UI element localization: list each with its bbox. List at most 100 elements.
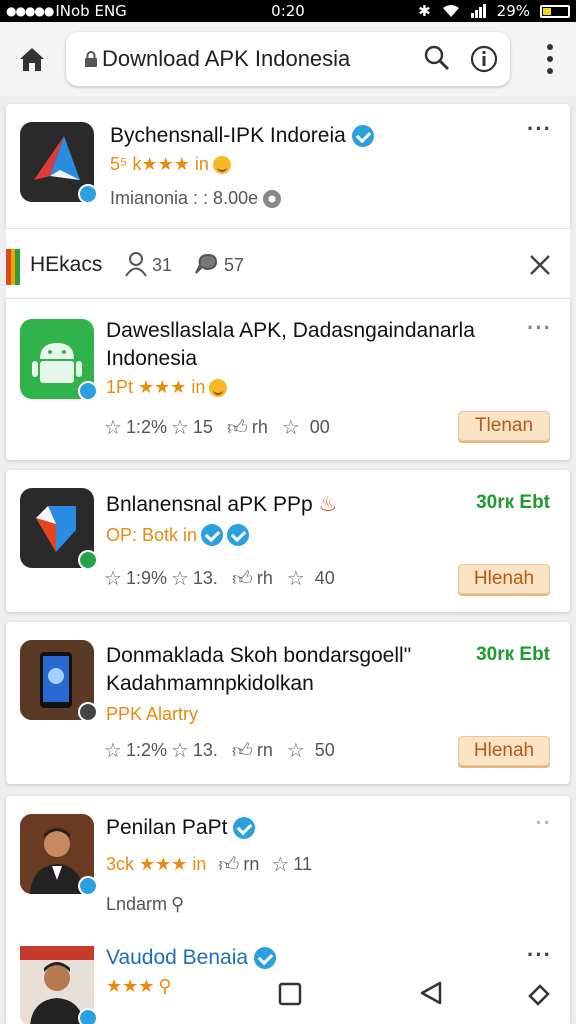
item-rating-text: 1Pt ★★★ in xyxy=(106,377,206,397)
item-rating-text: PPK Alartry xyxy=(106,704,199,724)
item-stats: ☆ 1:2% ☆ 15 👍︎ rh ☆ 00 xyxy=(104,415,330,440)
list-item[interactable]: Donmaklada Skoh bondarsgoell" Kadahmamnp… xyxy=(6,622,570,784)
browser-menu-icon[interactable] xyxy=(546,44,554,74)
verified-icon xyxy=(233,817,256,840)
url-text: Download APK Indonesia xyxy=(102,46,351,71)
thumbs-up-icon: 👍︎ xyxy=(231,739,253,762)
pin-icon: ⚲ xyxy=(171,894,185,914)
filter-label[interactable]: HEkacs xyxy=(30,253,102,277)
header-title-text: Bychensnall-IPK Indoreia xyxy=(110,124,346,147)
stat-2: 13. xyxy=(192,568,218,588)
battery-percent: 29% xyxy=(496,2,530,20)
info-icon[interactable] xyxy=(470,45,498,73)
verified-icon xyxy=(201,524,224,546)
star-outline-icon: ☆ xyxy=(286,568,305,590)
item-meta: Lndarm ⚲ xyxy=(106,894,184,915)
signal-dots-icon: ●●●●● xyxy=(6,4,54,18)
stat-2: 15 xyxy=(192,417,213,437)
recents-icon[interactable] xyxy=(278,982,302,1006)
browser-toolbar: Download APK Indonesia xyxy=(0,22,576,96)
filter-bar: HEkacs 31 57 xyxy=(6,228,570,298)
stat-1: 1:9% xyxy=(125,568,167,588)
item-title: Bnlanensnal aPK PPp ♨ xyxy=(106,492,337,517)
stat-3: rh xyxy=(256,568,273,588)
header-more-icon[interactable]: ··· xyxy=(527,116,552,142)
app-badge-icon xyxy=(78,550,98,570)
status-right: ✱ 29% xyxy=(418,2,570,20)
comment-icon xyxy=(195,253,218,274)
stat-1: 1:2% xyxy=(125,740,167,760)
settings-icon[interactable] xyxy=(262,189,282,209)
user-icon xyxy=(125,252,147,277)
home-icon[interactable] xyxy=(16,44,48,74)
verified-icon xyxy=(227,524,250,546)
item-action-button[interactable]: Hlenah xyxy=(458,564,550,594)
lock-icon xyxy=(85,51,97,67)
rotate-icon[interactable] xyxy=(526,980,552,1006)
item-action-button[interactable]: Hlenah xyxy=(458,736,550,766)
item-title-text: Penilan PaPt xyxy=(106,816,228,839)
stat-4: 50 xyxy=(314,740,335,760)
wifi-icon xyxy=(442,5,459,17)
stat-4: 00 xyxy=(309,417,330,437)
app-badge-icon xyxy=(78,381,98,401)
avatar[interactable] xyxy=(20,814,98,896)
item-price: 30rк Ebt xyxy=(476,492,550,513)
status-left: ●●●●● INob ENG xyxy=(6,2,206,20)
verified-icon xyxy=(351,125,374,148)
list-item[interactable]: Bnlanensnal aPK PPp ♨ 30rк Ebt OP: Botk … xyxy=(6,470,570,612)
bluetooth-icon: ✱ xyxy=(418,2,431,20)
item-title: Penilan PaPt xyxy=(106,816,256,840)
star-outline-icon: ☆ xyxy=(104,568,122,590)
comments-count: 57 xyxy=(224,255,245,275)
status-bar: ●●●●● INob ENG 0:20 ✱ 29% xyxy=(0,0,576,22)
item-title-line2: Kadahmamnpkidolkan xyxy=(106,672,314,695)
item-rating: PPK Alartry xyxy=(106,704,198,725)
app-icon-android[interactable] xyxy=(20,319,98,401)
star-outline-icon: ☆ xyxy=(271,854,290,876)
stat-3: rh xyxy=(251,417,268,437)
app-badge-icon xyxy=(78,876,98,896)
item-stats: ☆ 1:9% ☆ 13. 👍︎ rh ☆ 40 xyxy=(104,566,335,591)
header-title: Bychensnall-IPK Indoreia xyxy=(110,124,374,148)
thumbs-up-icon: 👍︎ xyxy=(218,853,240,876)
smile-emoji-icon xyxy=(209,378,228,397)
address-bar[interactable]: Download APK Indonesia xyxy=(66,32,510,86)
header-rating-text: 5⁵ k★★★ in xyxy=(110,154,209,174)
header-card: Bychensnall-IPK Indoreia 5⁵ k★★★ in Imia… xyxy=(6,104,570,228)
back-icon[interactable] xyxy=(418,980,444,1006)
app-icon-header[interactable] xyxy=(20,122,98,204)
app-icon-gem[interactable] xyxy=(20,488,98,570)
thumbs-up-icon: 👍︎ xyxy=(231,567,253,590)
stat-3: rn xyxy=(256,740,273,760)
stat-4: 11 xyxy=(293,854,312,874)
item-rating: OP: Botk in xyxy=(106,524,250,546)
search-icon[interactable] xyxy=(424,45,450,71)
star-outline-icon: ☆ xyxy=(170,740,189,762)
stat-2: 13. xyxy=(192,740,218,760)
cell-signal-icon xyxy=(470,4,486,18)
users-count: 31 xyxy=(152,255,173,275)
header-meta-text: Imianonia : : 8.00e xyxy=(110,188,259,208)
star-outline-icon: ☆ xyxy=(104,417,122,439)
item-title: Dawesllaslala APK, Dadasngaindanarla xyxy=(106,319,475,342)
app-badge-icon xyxy=(78,702,98,722)
smile-emoji-icon xyxy=(212,155,231,174)
item-more-icon[interactable]: ·· xyxy=(535,810,552,836)
list-item[interactable]: Dawesllaslala APK, Dadasngaindanarla Ind… xyxy=(6,298,570,460)
close-icon[interactable] xyxy=(528,253,552,277)
star-outline-icon: ☆ xyxy=(170,417,189,439)
fire-icon: ♨ xyxy=(318,493,338,516)
flag-icon xyxy=(6,249,20,285)
header-rating: 5⁵ k★★★ in xyxy=(110,154,231,175)
item-price: 30rк Ebt xyxy=(476,644,550,665)
star-outline-icon: ☆ xyxy=(104,740,122,762)
stat-4: 40 xyxy=(314,568,335,588)
item-stats: ☆ 1:2% ☆ 13. 👍︎ rn ☆ 50 xyxy=(104,738,335,763)
item-action-button[interactable]: Tlenan xyxy=(458,411,550,441)
item-rating-text: 3ck ★★★ in xyxy=(106,854,207,874)
star-outline-icon: ☆ xyxy=(170,568,189,590)
app-icon-phone[interactable] xyxy=(20,640,98,722)
star-outline-icon: ☆ xyxy=(286,740,305,762)
item-more-icon[interactable]: ··· xyxy=(527,315,552,341)
